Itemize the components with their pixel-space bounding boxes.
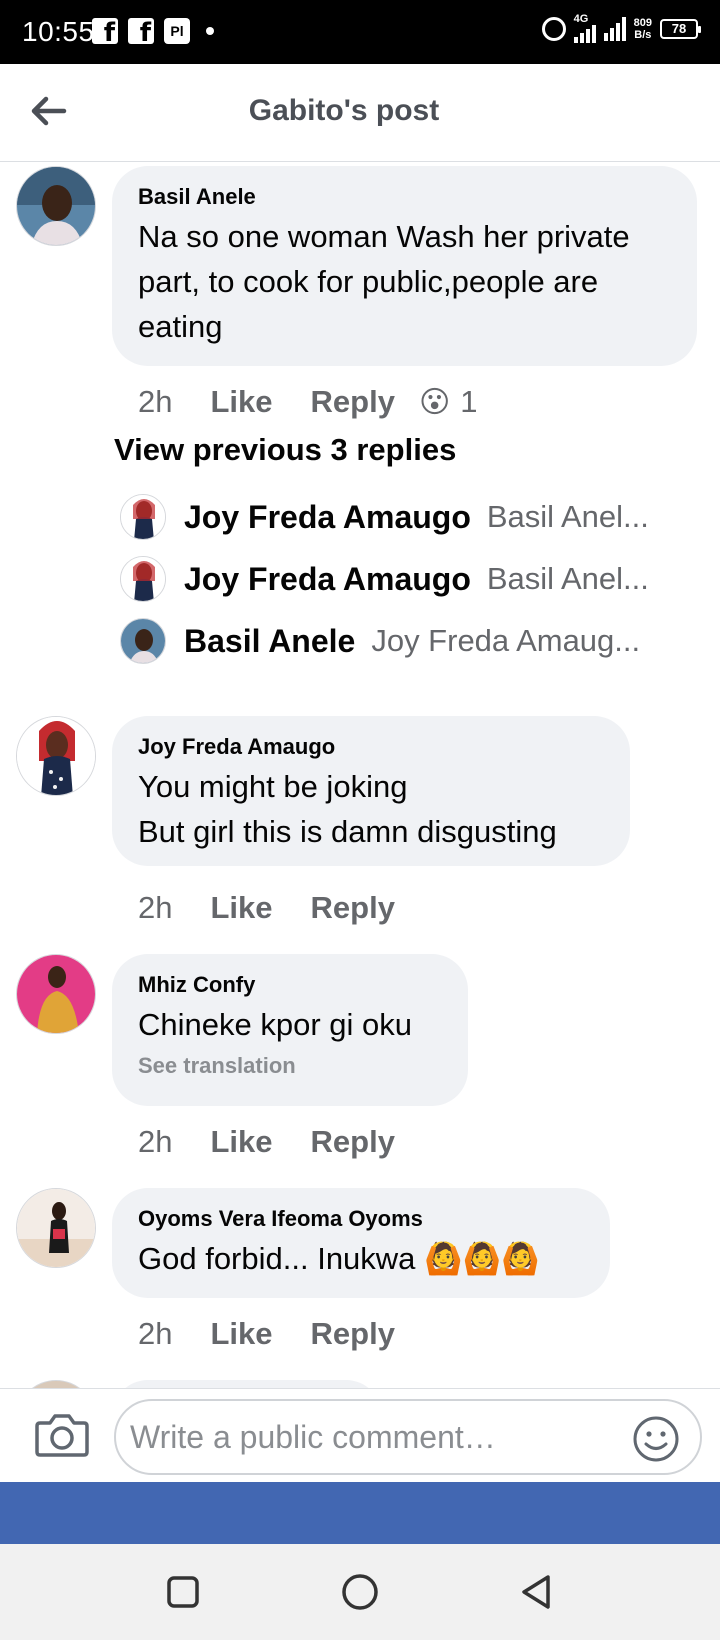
reply-snippet: Joy Freda Amaug... <box>371 623 641 658</box>
reply-button[interactable]: Reply <box>311 890 395 926</box>
see-translation-link[interactable]: See translation <box>138 1053 442 1079</box>
system-status-icons: 4G 809 B/s 78 <box>541 13 701 43</box>
network-type: 4G <box>573 13 589 25</box>
reply-author[interactable]: Joy Freda Amaugo <box>184 561 471 598</box>
comment-time[interactable]: 2h <box>138 1316 172 1352</box>
system-navigation-bar <box>0 1544 720 1640</box>
more-notifications-dot-icon <box>206 27 214 35</box>
avatar <box>120 556 166 602</box>
comment-composer <box>0 1388 720 1482</box>
reply-snippet: Basil Anel... <box>486 561 649 596</box>
comment-field[interactable] <box>114 1399 702 1475</box>
avatar[interactable] <box>16 1188 96 1268</box>
app-notification-icon: Pl <box>164 18 190 44</box>
notification-icons: Pl <box>92 18 214 48</box>
comment-author[interactable]: Basil Anele <box>138 184 671 210</box>
reply-preview-row[interactable]: Basil Anele Joy Freda Amaug... <box>120 616 680 666</box>
view-previous-replies-link[interactable]: View previous 3 replies <box>114 432 456 468</box>
comment-input[interactable] <box>130 1413 610 1461</box>
avatar-image <box>17 717 95 795</box>
comment-text: Chineke kpor gi oku <box>138 1007 412 1042</box>
reply-preview-row[interactable]: Joy Freda Amaugo Basil Anel... <box>120 554 680 604</box>
avatar-image <box>121 495 165 539</box>
like-button[interactable]: Like <box>210 1124 272 1160</box>
comment-bubble[interactable]: Oyoms Vera Ifeoma Oyoms God forbid... In… <box>112 1188 610 1298</box>
smiley-icon <box>633 1416 679 1462</box>
comment-time[interactable]: 2h <box>138 890 172 926</box>
facebook-notification-icon <box>128 18 154 48</box>
avatar-image <box>17 955 95 1033</box>
like-button[interactable]: Like <box>210 1316 272 1352</box>
reply-author[interactable]: Joy Freda Amaugo <box>184 499 471 536</box>
comment-bubble[interactable]: Mhiz Confy Chineke kpor gi oku See trans… <box>112 954 468 1106</box>
comment-bubble[interactable] <box>112 1380 382 1388</box>
comment-bubble[interactable]: Joy Freda Amaugo You might be joking But… <box>112 716 630 866</box>
recent-apps-button[interactable] <box>157 1566 209 1618</box>
avatar[interactable] <box>16 716 96 796</box>
signal-icon <box>603 16 626 41</box>
comment-author[interactable]: Mhiz Confy <box>138 972 442 998</box>
comment-actions: 2h Like Reply <box>138 1312 419 1356</box>
network-speed: 809 B/s <box>633 16 652 41</box>
avatar <box>120 618 166 664</box>
like-button[interactable]: Like <box>210 890 272 926</box>
comment-text: God forbid... Inukwa 🙆🙆🙆 <box>138 1241 540 1276</box>
avatar-image <box>17 1189 95 1267</box>
comment-time[interactable]: 2h <box>138 1124 172 1160</box>
status-bar: 10:55 Pl 4G 809 B/s 78 <box>0 0 720 64</box>
status-time: 10:55 <box>22 16 95 47</box>
emoji-button[interactable] <box>632 1415 680 1463</box>
comment-author[interactable]: Oyoms Vera Ifeoma Oyoms <box>138 1206 584 1232</box>
reply-button[interactable]: Reply <box>311 384 395 420</box>
signal-icon <box>573 25 596 43</box>
avatar[interactable] <box>16 954 96 1034</box>
reaction-count: 1 <box>460 384 478 419</box>
square-icon <box>167 1576 199 1608</box>
avatar-image <box>121 619 165 663</box>
avatar-image <box>121 557 165 601</box>
alarm-icon <box>541 16 566 41</box>
home-button[interactable] <box>334 1566 386 1618</box>
comment-actions: 2h Like Reply 😮 1 <box>138 380 477 424</box>
facebook-notification-icon <box>92 18 118 48</box>
battery-icon: 78 <box>660 18 701 39</box>
bottom-accent-bar <box>0 1482 720 1544</box>
avatar[interactable] <box>16 1380 96 1388</box>
camera-icon <box>35 1414 89 1457</box>
avatar-image <box>17 167 95 245</box>
comment-time[interactable]: 2h <box>138 384 172 420</box>
reply-button[interactable]: Reply <box>311 1316 395 1352</box>
back-nav-button[interactable] <box>510 1566 562 1618</box>
wow-reaction-icon: 😮 <box>418 385 451 419</box>
reply-button[interactable]: Reply <box>311 1124 395 1160</box>
reply-snippet: Basil Anel... <box>486 499 649 534</box>
comments-list: Basil Anele Na so one woman Wash her pri… <box>0 162 720 1388</box>
like-button[interactable]: Like <box>210 384 272 420</box>
comment-author[interactable]: Joy Freda Amaugo <box>138 734 604 760</box>
triangle-back-icon <box>522 1575 550 1609</box>
comment-actions: 2h Like Reply <box>138 886 419 930</box>
reply-author[interactable]: Basil Anele <box>184 623 355 660</box>
avatar[interactable] <box>16 166 96 246</box>
comment-bubble[interactable]: Basil Anele Na so one woman Wash her pri… <box>112 166 697 366</box>
camera-button[interactable] <box>34 1409 90 1459</box>
app-header: Gabito's post <box>0 64 720 162</box>
avatar <box>120 494 166 540</box>
reply-preview-row[interactable]: Joy Freda Amaugo Basil Anel... <box>120 492 680 542</box>
comment-text: You might be joking But girl this is dam… <box>138 769 557 849</box>
comment-text: Na so one woman Wash her private part, t… <box>138 219 630 344</box>
page-title: Gabito's post <box>248 94 440 127</box>
reaction-summary[interactable]: 😮 1 <box>419 384 478 420</box>
circle-icon <box>342 1574 378 1610</box>
comment-actions: 2h Like Reply <box>138 1120 419 1164</box>
